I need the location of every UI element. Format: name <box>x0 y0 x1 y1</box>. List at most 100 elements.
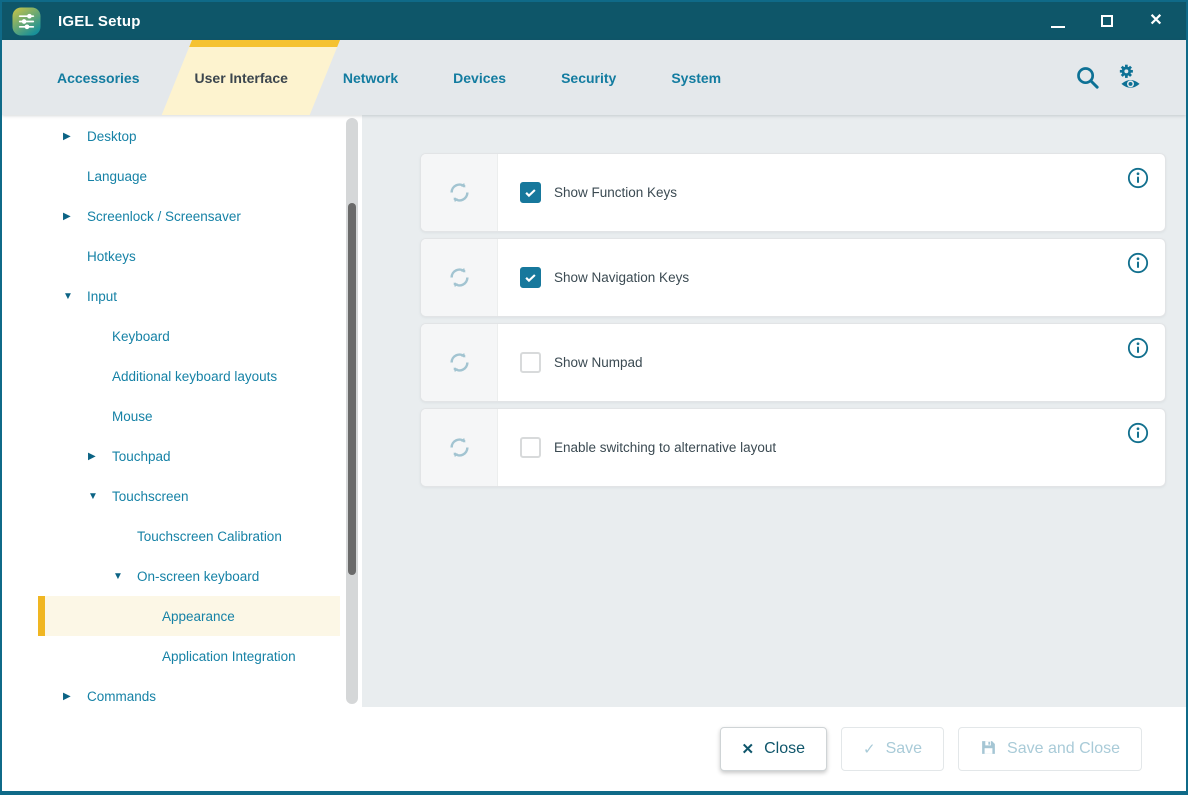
sidebar-scrollbar-thumb[interactable] <box>348 203 356 575</box>
sidebar-item-touchscreen[interactable]: ▼ Touchscreen <box>38 476 340 516</box>
check-icon: ✓ <box>863 742 876 757</box>
sidebar-item-touchscreen-calibration[interactable]: Touchscreen Calibration <box>38 516 340 556</box>
info-section <box>1111 409 1165 486</box>
tab-network[interactable]: Network <box>343 70 398 86</box>
collapse-arrow-icon[interactable]: ▼ <box>63 291 87 302</box>
tab-system[interactable]: System <box>671 70 721 86</box>
reset-icon[interactable] <box>446 179 473 206</box>
setting-main: Show Function Keys <box>498 154 1111 231</box>
close-window-icon[interactable]: ✕ <box>1148 13 1164 29</box>
setting-row-show-function-keys: Show Function Keys <box>420 153 1166 232</box>
expand-arrow-icon[interactable]: ▶ <box>63 131 87 142</box>
setting-main: Show Navigation Keys <box>498 239 1111 316</box>
setting-label: Show Function Keys <box>554 185 677 200</box>
sidebar-item-keyboard[interactable]: Keyboard <box>38 316 340 356</box>
sidebar-item-appearance[interactable]: Appearance <box>38 596 340 636</box>
checkbox-show-navigation-keys[interactable] <box>520 267 541 288</box>
settings-eye-icon[interactable] <box>1115 62 1146 93</box>
setting-label: Show Numpad <box>554 355 643 370</box>
settings-panel: Show Function Keys <box>362 115 1186 707</box>
sidebar-item-label: Additional keyboard layouts <box>112 369 277 384</box>
maximize-icon[interactable] <box>1099 13 1115 29</box>
sidebar-item-on-screen-keyboard[interactable]: ▼ On-screen keyboard <box>38 556 340 596</box>
tab-user-interface[interactable]: User Interface <box>195 70 288 86</box>
close-button-label: Close <box>764 740 805 758</box>
tab-accessories[interactable]: Accessories <box>57 70 140 86</box>
reset-section <box>421 154 498 231</box>
sidebar-item-screenlock-screensaver[interactable]: ▶ Screenlock / Screensaver <box>38 196 340 236</box>
sidebar-item-label: Language <box>87 169 147 184</box>
collapse-arrow-icon[interactable]: ▼ <box>113 571 137 582</box>
info-section <box>1111 239 1165 316</box>
sidebar-item-label: Appearance <box>162 609 235 624</box>
sidebar-item-label: Keyboard <box>112 329 170 344</box>
tab-security[interactable]: Security <box>561 70 616 86</box>
close-button[interactable]: ✕ Close <box>720 727 827 771</box>
checkbox-enable-alternative-layout[interactable] <box>520 437 541 458</box>
save-button-label: Save <box>886 740 922 758</box>
checkbox-show-numpad[interactable] <box>520 352 541 373</box>
sidebar-item-label: Application Integration <box>162 649 296 664</box>
reset-section <box>421 239 498 316</box>
sidebar-item-label: Mouse <box>112 409 153 424</box>
sidebar-item-hotkeys[interactable]: Hotkeys <box>38 236 340 276</box>
expand-arrow-icon[interactable]: ▶ <box>88 451 112 462</box>
info-icon[interactable] <box>1127 167 1149 189</box>
sidebar-item-label: On-screen keyboard <box>137 569 259 584</box>
setting-main: Enable switching to alternative layout <box>498 409 1111 486</box>
sidebar-scrollbar-track[interactable] <box>346 118 358 704</box>
sidebar-item-commands[interactable]: ▶ Commands <box>38 676 340 716</box>
igel-setup-window: IGEL Setup ✕ Accessories User Interface … <box>0 0 1188 795</box>
save-button[interactable]: ✓ Save <box>841 727 944 771</box>
navigation-tree: ▶ Desktop Language ▶ Screenlock / Screen… <box>2 115 362 707</box>
info-section <box>1111 324 1165 401</box>
reset-icon[interactable] <box>446 434 473 461</box>
info-icon[interactable] <box>1127 252 1149 274</box>
setting-row-show-numpad: Show Numpad <box>420 323 1166 402</box>
setting-label: Show Navigation Keys <box>554 270 689 285</box>
sidebar-item-input[interactable]: ▼ Input <box>38 276 340 316</box>
sidebar-item-label: Touchscreen Calibration <box>137 529 282 544</box>
info-icon[interactable] <box>1127 337 1149 359</box>
search-icon[interactable] <box>1074 64 1101 91</box>
main-body: ▶ Desktop Language ▶ Screenlock / Screen… <box>2 115 1186 707</box>
info-icon[interactable] <box>1127 422 1149 444</box>
close-x-icon: ✕ <box>742 742 755 757</box>
app-logo-icon <box>12 7 41 36</box>
checkbox-show-function-keys[interactable] <box>520 182 541 203</box>
save-and-close-button[interactable]: Save and Close <box>958 727 1142 771</box>
expand-arrow-icon[interactable]: ▶ <box>63 691 87 702</box>
window-title: IGEL Setup <box>58 13 141 30</box>
sidebar-item-mouse[interactable]: Mouse <box>38 396 340 436</box>
expand-arrow-icon[interactable]: ▶ <box>63 211 87 222</box>
reset-icon[interactable] <box>446 349 473 376</box>
info-section <box>1111 154 1165 231</box>
save-icon <box>980 739 997 759</box>
sidebar-item-label: Commands <box>87 689 156 704</box>
reset-icon[interactable] <box>446 264 473 291</box>
setting-label: Enable switching to alternative layout <box>554 440 776 455</box>
sidebar-item-touchpad[interactable]: ▶ Touchpad <box>38 436 340 476</box>
setting-row-show-navigation-keys: Show Navigation Keys <box>420 238 1166 317</box>
minimize-icon[interactable] <box>1050 13 1066 29</box>
sidebar-item-application-integration[interactable]: Application Integration <box>38 636 340 676</box>
title-bar: IGEL Setup ✕ <box>2 2 1186 40</box>
sidebar-item-language[interactable]: Language <box>38 156 340 196</box>
collapse-arrow-icon[interactable]: ▼ <box>88 491 112 502</box>
reset-section <box>421 324 498 401</box>
footer-button-bar: ✕ Close ✓ Save Save and Close <box>2 707 1186 791</box>
reset-section <box>421 409 498 486</box>
sidebar-item-additional-keyboard-layouts[interactable]: Additional keyboard layouts <box>38 356 340 396</box>
save-and-close-button-label: Save and Close <box>1007 740 1120 758</box>
sidebar-item-label: Screenlock / Screensaver <box>87 209 241 224</box>
setting-main: Show Numpad <box>498 324 1111 401</box>
sidebar-item-desktop[interactable]: ▶ Desktop <box>38 116 340 156</box>
sidebar-item-label: Desktop <box>87 129 137 144</box>
sidebar-item-label: Touchpad <box>112 449 171 464</box>
setting-row-enable-alternative-layout: Enable switching to alternative layout <box>420 408 1166 487</box>
tab-devices[interactable]: Devices <box>453 70 506 86</box>
sidebar-item-label: Input <box>87 289 117 304</box>
window-controls: ✕ <box>1050 13 1172 29</box>
sidebar-item-label: Hotkeys <box>87 249 136 264</box>
sidebar-item-label: Touchscreen <box>112 489 189 504</box>
